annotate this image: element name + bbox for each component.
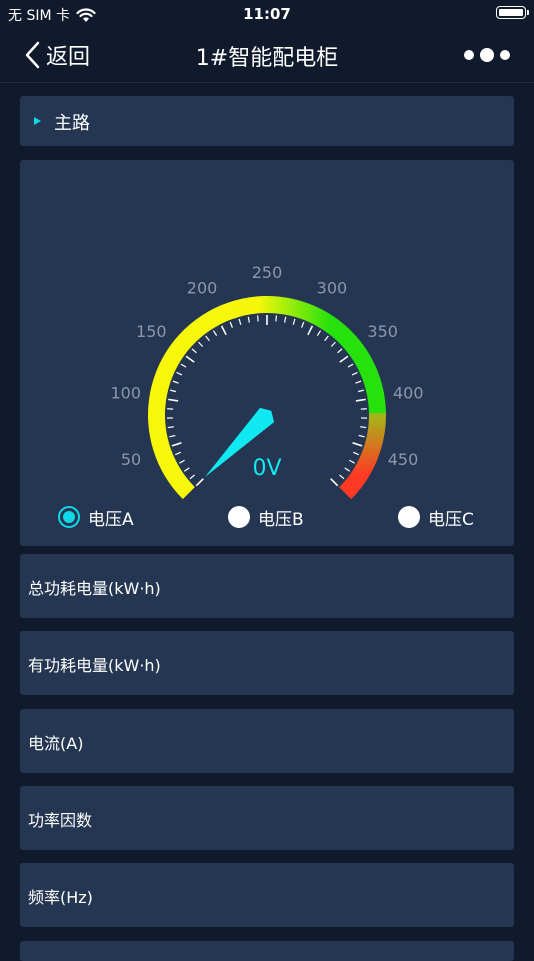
gauge-tick-label: 100 [110,384,141,403]
gauge-tick [173,381,179,383]
gauge-tick-label: 400 [393,384,424,403]
gauge-tick [355,381,361,383]
gauge-tick [168,427,174,428]
triangle-right-icon [34,117,41,125]
metric-total-energy[interactable]: 总功耗电量(kW·h) [20,554,514,618]
gauge-tick [352,372,357,375]
gauge-tick [331,342,335,346]
gauge-tick [169,436,175,437]
gauge-tick [349,460,354,463]
gauge-tick [359,436,365,437]
gauge-tick [353,443,363,446]
radio-label: 电压A [88,505,134,530]
gauge-tick [258,315,259,321]
radio-voltage-c[interactable]: 电压C [398,502,474,532]
metric-frequency[interactable]: 频率(Hz) [20,863,514,927]
gauge-tick [199,342,203,346]
gauge-tick [196,479,203,486]
metric-power-factor[interactable]: 功率因数 [20,786,514,850]
gauge-tick [338,349,343,353]
gauge-tick [360,427,366,428]
gauge-tick [230,322,232,328]
gauge-tick [168,399,178,401]
gauge-tick [325,336,329,341]
section-label: 主路 [54,109,90,135]
more-button[interactable] [464,42,510,68]
metric-active-energy[interactable]: 有功耗电量(kW·h) [20,631,514,695]
gauge-tick [248,317,249,323]
gauge-tick [239,319,241,325]
gauge-tick-label: 150 [136,322,167,341]
chevron-left-icon [24,41,40,69]
radio-voltage-b[interactable]: 电压B [228,502,304,532]
gauge-tick [172,443,182,446]
gauge-tick [340,356,348,362]
gauge-tick [175,452,181,454]
gauge-tick [356,399,366,401]
gauge-tick-label: 250 [252,263,283,282]
gauge-tick [213,331,216,336]
more-dot-icon [500,50,510,60]
gauge-tick [348,364,353,367]
metric-label: 电流(A) [28,730,83,754]
section-header-main[interactable]: 主路 [20,96,514,146]
gauge-tick [353,452,359,454]
phase-selector: 电压A 电压B 电压C [20,502,514,532]
gauge-tick [293,319,295,325]
radio-label: 电压C [428,505,474,530]
nav-bar: 返回 1#智能配电柜 [0,28,534,83]
radio-label: 电压B [258,505,304,530]
gauge-tick [339,475,344,479]
gauge-tick [317,331,320,336]
gauge-tick [345,468,350,471]
gauge-tick [285,317,286,323]
metric-current[interactable]: 电流(A) [20,709,514,773]
back-label: 返回 [46,39,90,71]
radio-unchecked-icon [228,506,250,528]
gauge-tick-label: 300 [317,279,348,298]
gauge-tick [186,356,194,362]
gauge-tick [358,390,364,391]
gauge-tick [331,479,338,486]
voltage-gauge: 050100150200250300350400450500 0V [20,160,514,500]
gauge-tick [192,349,197,353]
gauge-tick [190,475,195,479]
gauge-tick [302,322,304,328]
gauge-value: 0V [252,456,281,481]
more-dot-icon [480,48,494,62]
gauge-tick [170,390,176,391]
gauge-tick [179,460,184,463]
gauge-arc-lower [339,413,386,499]
gauge-tick [181,364,186,367]
metric-label: 功率因数 [28,807,92,831]
back-button[interactable]: 返回 [24,38,90,72]
gauge-card: 050100150200250300350400450500 0V 电压A 电压… [20,160,514,546]
radio-voltage-a[interactable]: 电压A [58,502,134,532]
metric-next-partial[interactable] [20,941,514,961]
more-dot-icon [464,50,474,60]
gauge-tick [276,315,277,321]
metric-label: 频率(Hz) [28,884,93,908]
status-time: 11:07 [0,5,534,23]
gauge-tick [184,468,189,471]
gauge-tick-label: 200 [187,279,218,298]
gauge-tick-label: 350 [367,322,398,341]
gauge-tick [206,336,210,341]
gauge-tick [222,326,227,335]
gauge-tick [308,326,313,335]
gauge-tick-label: 450 [388,450,419,469]
gauge-tick [177,372,182,375]
gauge-tick-label: 50 [121,450,141,469]
radio-unchecked-icon [398,506,420,528]
battery-icon [496,6,526,19]
status-bar: 无 SIM 卡 11:07 [0,0,534,28]
metric-label: 总功耗电量(kW·h) [28,575,161,599]
metric-label: 有功耗电量(kW·h) [28,652,161,676]
radio-checked-icon [58,506,80,528]
